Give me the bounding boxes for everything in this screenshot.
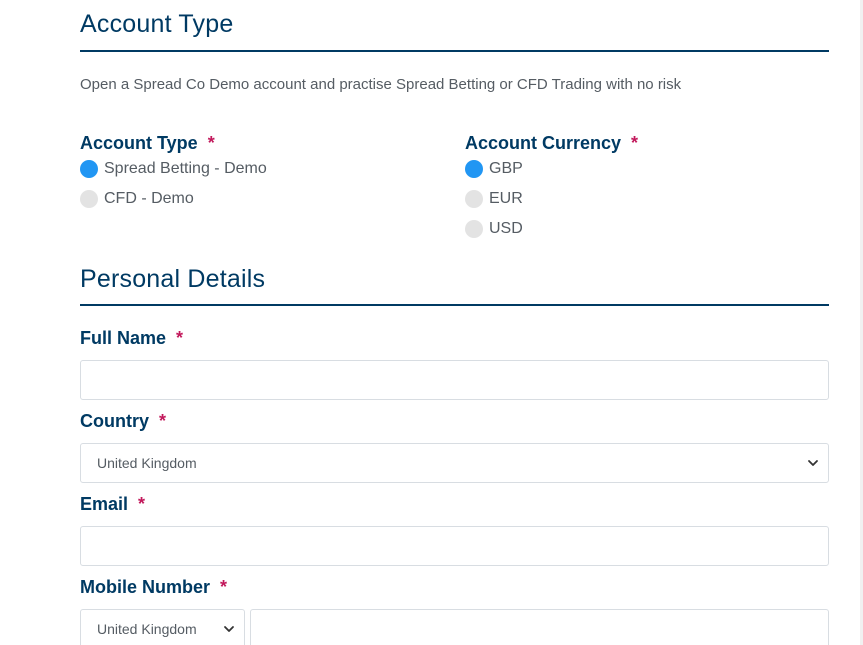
account-type-label-text: Account Type [80,133,198,153]
account-type-group: Account Type * Spread Betting - Demo CFD … [80,133,267,214]
section-divider [80,304,829,306]
radio-unselected-icon[interactable] [465,190,483,208]
radio-gbp[interactable]: GBP [465,154,638,184]
required-asterisk: * [138,494,146,514]
required-asterisk: * [220,577,228,597]
radio-spread-betting-demo[interactable]: Spread Betting - Demo [80,154,267,184]
full-name-label-text: Full Name [80,328,167,348]
radio-usd[interactable]: USD [465,214,638,244]
account-type-label: Account Type * [80,133,267,154]
country-select-value: United Kingdom [97,455,197,471]
account-type-heading: Account Type [80,10,234,38]
radio-selected-icon[interactable] [465,160,483,178]
mobile-number-input[interactable] [250,609,829,645]
mobile-number-label-text: Mobile Number [80,577,211,597]
email-input[interactable] [80,526,829,566]
email-label-text: Email [80,494,129,514]
radio-cfd-demo[interactable]: CFD - Demo [80,184,267,214]
chevron-down-icon [222,622,236,636]
radio-label: GBP [489,160,523,177]
registration-page: Account Type Open a Spread Co Demo accou… [0,0,863,645]
intro-text: Open a Spread Co Demo account and practi… [80,76,682,93]
radio-selected-icon[interactable] [80,160,98,178]
account-currency-label: Account Currency * [465,133,638,154]
required-asterisk: * [176,328,184,348]
required-asterisk: * [631,133,639,153]
chevron-down-icon [806,456,820,470]
email-label: Email * [80,494,145,515]
radio-label: USD [489,220,523,237]
radio-unselected-icon[interactable] [465,220,483,238]
required-asterisk: * [207,133,215,153]
mobile-country-select-value: United Kingdom [97,621,197,637]
full-name-input[interactable] [80,360,829,400]
radio-label: CFD - Demo [104,190,194,207]
radio-unselected-icon[interactable] [80,190,98,208]
radio-label: Spread Betting - Demo [104,160,267,177]
section-divider [80,50,829,52]
country-label: Country * [80,411,166,432]
account-currency-group: Account Currency * GBP EUR USD [465,133,638,244]
radio-eur[interactable]: EUR [465,184,638,214]
radio-label: EUR [489,190,523,207]
personal-details-heading: Personal Details [80,265,266,293]
required-asterisk: * [159,411,167,431]
country-label-text: Country [80,411,149,431]
full-name-label: Full Name * [80,328,183,349]
account-currency-label-text: Account Currency [465,133,622,153]
mobile-number-label: Mobile Number * [80,577,227,598]
mobile-country-select[interactable]: United Kingdom [80,609,245,645]
country-select[interactable]: United Kingdom [80,443,829,483]
